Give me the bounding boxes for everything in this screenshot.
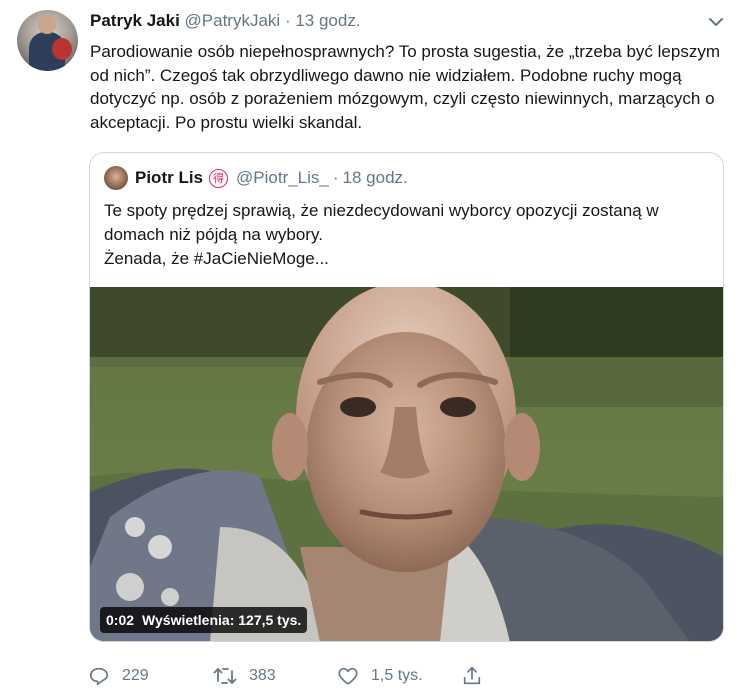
tweet-actions: 229 383 1,5 tys. xyxy=(88,661,508,691)
video-frame xyxy=(90,287,723,641)
quoted-text-line: Te spoty prędzej sprawią, że niezdecydow… xyxy=(104,201,659,244)
share-icon xyxy=(463,666,481,685)
quoted-handle: @Piotr_Lis_ xyxy=(236,168,329,187)
quoted-timestamp: 18 godz. xyxy=(342,168,408,187)
like-icon xyxy=(338,667,358,685)
quoted-text-line: Żenada, że #JaCieNieMoge... xyxy=(104,249,329,268)
video-info-pill: 0:02 Wyświetlenia: 127,5 tys. xyxy=(100,607,308,633)
quoted-author-name: Piotr Lis xyxy=(135,168,204,187)
reply-button[interactable]: 229 xyxy=(88,661,149,691)
separator: · xyxy=(284,11,291,30)
quoted-tweet[interactable]: Piotr Lis 得 @Piotr_Lis_ · 18 godz. Te sp… xyxy=(89,152,724,642)
retweet-button[interactable]: 383 xyxy=(213,661,276,691)
badge-icon: 得 xyxy=(209,168,229,188)
avatar-figure-child xyxy=(52,38,72,60)
quoted-text: Te spoty prędzej sprawią, że niezdecydow… xyxy=(104,199,714,271)
retweet-count: 383 xyxy=(249,667,276,684)
like-count: 1,5 tys. xyxy=(371,667,423,684)
tweet-header: Patryk Jaki @PatrykJaki · 13 godz. xyxy=(90,11,361,31)
tweet-text: Parodiowanie osób niepełnosprawnych? To … xyxy=(90,42,720,132)
timestamp[interactable]: 13 godz. xyxy=(295,11,360,30)
chevron-down-icon[interactable] xyxy=(706,12,726,32)
avatar-figure-head xyxy=(38,16,56,34)
retweet-icon xyxy=(213,668,237,684)
author-name[interactable]: Patryk Jaki xyxy=(90,11,180,30)
avatar[interactable] xyxy=(17,10,78,71)
video-duration: 0:02 xyxy=(106,612,135,628)
video-views: Wyświetlenia: 127,5 tys. xyxy=(142,612,302,628)
quoted-avatar[interactable] xyxy=(104,166,128,190)
separator: · xyxy=(332,168,339,187)
reply-count: 229 xyxy=(122,667,149,684)
quoted-header: Piotr Lis 得 @Piotr_Lis_ · 18 godz. xyxy=(135,168,408,188)
like-button[interactable]: 1,5 tys. xyxy=(337,661,423,691)
reply-icon xyxy=(89,667,109,686)
share-button[interactable] xyxy=(461,661,495,691)
author-handle[interactable]: @PatrykJaki xyxy=(185,11,281,30)
video-player[interactable]: 0:02 Wyświetlenia: 127,5 tys. xyxy=(90,287,723,641)
